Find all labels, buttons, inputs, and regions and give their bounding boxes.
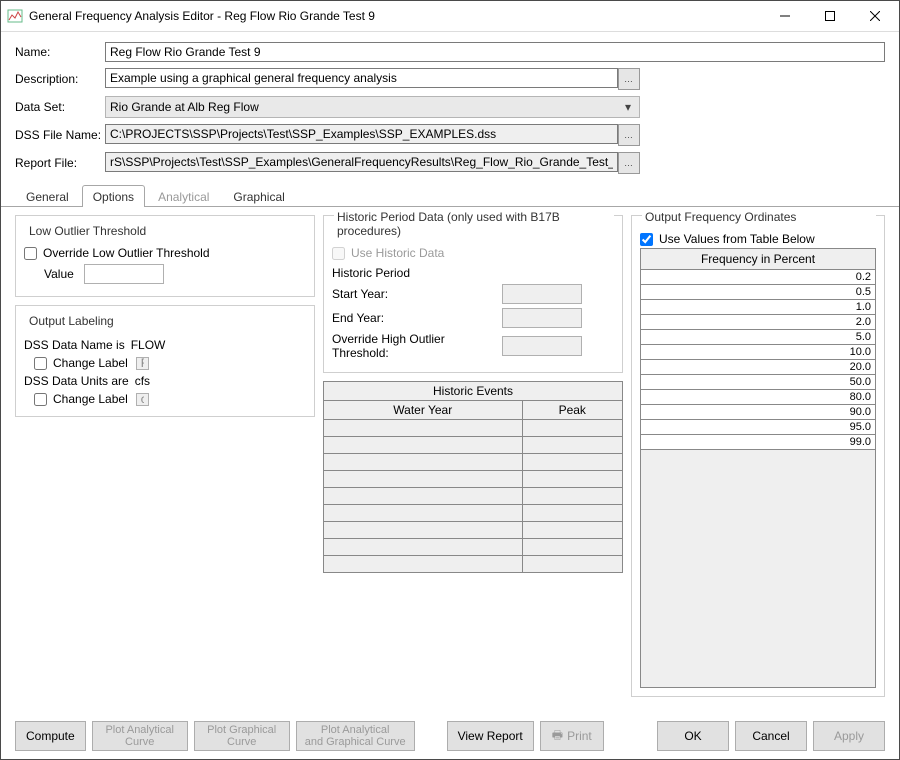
chevron-down-icon: ▾ [625, 100, 635, 114]
historic-period-panel: Historic Period Data (only used with B17… [323, 215, 623, 373]
dssfile-input[interactable] [105, 124, 618, 144]
name-label-input [136, 357, 149, 370]
plot-analytical-curve-button: Plot AnalyticalCurve [92, 721, 188, 751]
frequency-row[interactable]: 1.0 [641, 300, 875, 315]
close-button[interactable] [852, 2, 897, 30]
tab-analytical[interactable]: Analytical [147, 185, 220, 207]
plot-graphical-curve-button: Plot GraphicalCurve [194, 721, 290, 751]
start-year-input [502, 284, 582, 304]
description-label: Description: [15, 72, 105, 86]
frequency-row[interactable]: 10.0 [641, 345, 875, 360]
app-icon [7, 8, 23, 24]
tab-bar: General Options Analytical Graphical [1, 184, 899, 207]
use-values-checkbox[interactable]: Use Values from Table Below [640, 232, 876, 246]
reportfile-browse-button[interactable]: … [618, 152, 640, 174]
frequency-row[interactable]: 5.0 [641, 330, 875, 345]
dssfile-label: DSS File Name: [15, 128, 105, 142]
low-outlier-panel: Low Outlier Threshold Override Low Outli… [15, 215, 315, 297]
maximize-button[interactable] [807, 2, 852, 30]
cancel-button[interactable]: Cancel [735, 721, 807, 751]
change-name-label-checkbox[interactable]: Change Label [34, 356, 306, 370]
output-labeling-panel: Output Labeling DSS Data Name is FLOW Ch… [15, 305, 315, 417]
header-form: Name: Description: … Data Set: Rio Grand… [1, 32, 899, 184]
name-input[interactable] [105, 42, 885, 62]
footer-buttons: Compute Plot AnalyticalCurve Plot Graphi… [1, 713, 899, 759]
tab-general[interactable]: General [15, 185, 80, 207]
apply-button: Apply [813, 721, 885, 751]
name-label: Name: [15, 45, 105, 59]
reportfile-label: Report File: [15, 156, 105, 170]
override-high-outlier-input [502, 336, 582, 356]
window-title: General Frequency Analysis Editor - Reg … [29, 9, 762, 23]
frequency-row[interactable]: 0.2 [641, 270, 875, 285]
print-button: 🖶Print [540, 721, 604, 751]
ok-button[interactable]: OK [657, 721, 729, 751]
minimize-button[interactable] [762, 2, 807, 30]
compute-button[interactable]: Compute [15, 721, 86, 751]
frequency-row[interactable]: 90.0 [641, 405, 875, 420]
titlebar: General Frequency Analysis Editor - Reg … [1, 1, 899, 32]
tab-options[interactable]: Options [82, 185, 145, 207]
use-historic-data-checkbox: Use Historic Data [332, 246, 614, 260]
frequency-row[interactable]: 20.0 [641, 360, 875, 375]
description-expand-button[interactable]: … [618, 68, 640, 90]
dss-data-units-value: cfs [135, 374, 150, 388]
dataset-select[interactable]: Rio Grande at Alb Reg Flow ▾ [105, 96, 640, 118]
dataset-label: Data Set: [15, 100, 105, 114]
units-label-input [136, 393, 149, 406]
change-units-label-checkbox[interactable]: Change Label [34, 392, 306, 406]
frequency-row[interactable]: 95.0 [641, 420, 875, 435]
output-frequency-panel: Output Frequency Ordinates Use Values fr… [631, 215, 885, 697]
frequency-row[interactable]: 80.0 [641, 390, 875, 405]
low-outlier-value-input[interactable] [84, 264, 164, 284]
dss-data-name-value: FLOW [131, 338, 166, 352]
frequency-row[interactable]: 50.0 [641, 375, 875, 390]
frequency-row[interactable]: 99.0 [641, 435, 875, 450]
frequency-row[interactable]: 0.5 [641, 285, 875, 300]
frequency-table[interactable]: Frequency in Percent 0.20.51.02.05.010.0… [640, 248, 876, 688]
plot-both-curve-button: Plot Analyticaland Graphical Curve [296, 721, 415, 751]
frequency-row[interactable]: 2.0 [641, 315, 875, 330]
print-icon: 🖶 [552, 726, 563, 747]
reportfile-input[interactable] [105, 152, 618, 172]
view-report-button[interactable]: View Report [447, 721, 534, 751]
override-low-outlier-checkbox[interactable]: Override Low Outlier Threshold [24, 246, 306, 260]
historic-events-table[interactable]: Historic Events Water YearPeak [323, 381, 623, 573]
end-year-input [502, 308, 582, 328]
tab-graphical[interactable]: Graphical [222, 185, 295, 207]
description-input[interactable] [105, 68, 618, 88]
dssfile-browse-button[interactable]: … [618, 124, 640, 146]
